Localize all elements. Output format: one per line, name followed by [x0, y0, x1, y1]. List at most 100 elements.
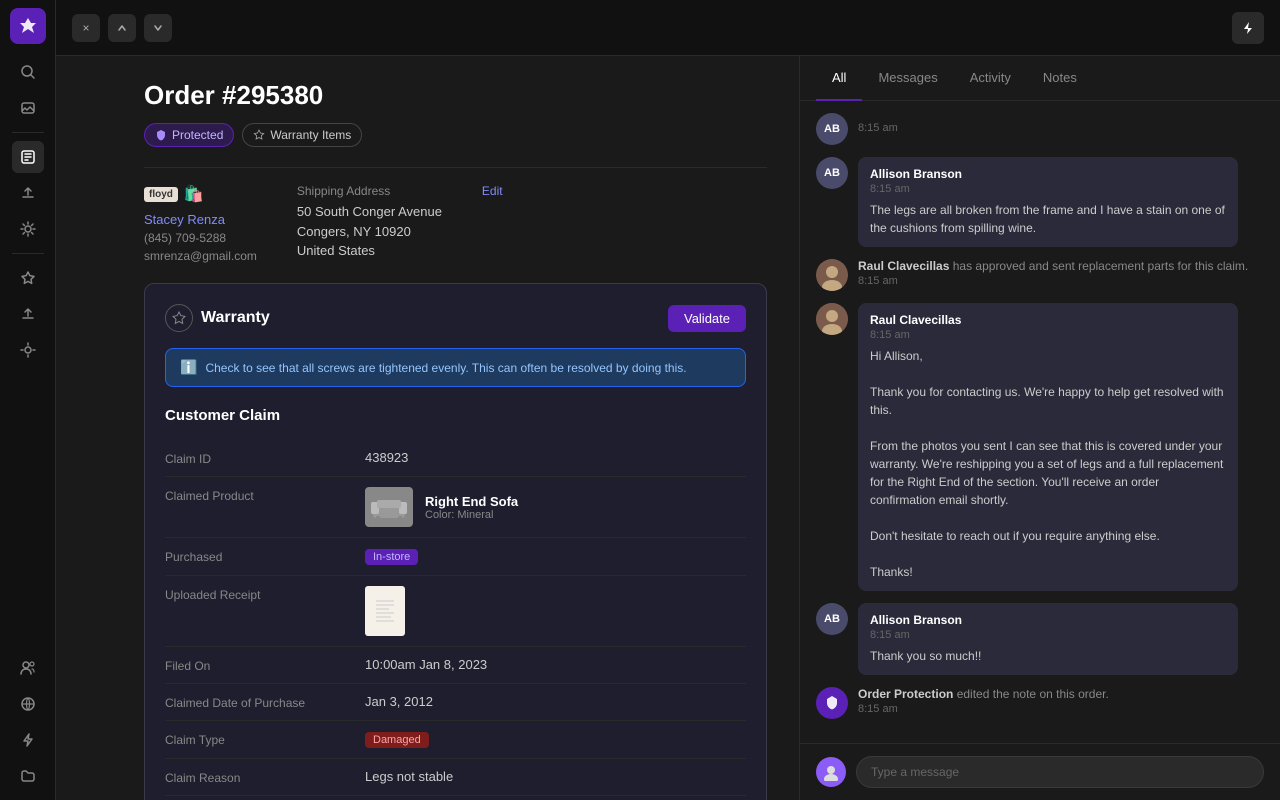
up-button[interactable]	[108, 14, 136, 42]
sofa-icon	[369, 491, 409, 523]
sidebar	[0, 0, 56, 800]
tab-notes[interactable]: Notes	[1027, 56, 1093, 101]
sidebar-item-settings2[interactable]	[12, 334, 44, 366]
claimed-product-row: Claimed Product	[165, 477, 746, 538]
sidebar-item-upload2[interactable]	[12, 298, 44, 330]
warranty-title-row: Warranty	[165, 304, 270, 332]
order-protection-content: Order Protection edited the note on this…	[858, 687, 1109, 715]
warranty-title: Warranty	[201, 309, 270, 327]
claimed-date-value: Jan 3, 2012	[365, 694, 746, 709]
store-logo: floyd	[144, 187, 178, 202]
sidebar-item-orders[interactable]	[12, 141, 44, 173]
sidebar-item-star[interactable]	[12, 262, 44, 294]
sidebar-item-flash[interactable]	[12, 724, 44, 756]
claim-type-value: Damaged	[365, 731, 746, 748]
allison-2-text: Thank you so much!!	[870, 647, 1226, 665]
messages-list: AB 8:15 am AB Allison Branson 8:15 am Th…	[800, 101, 1280, 743]
warranty-card: Warranty Validate ℹ️ Check to see that a…	[144, 283, 767, 800]
message-row: AB 8:15 am	[816, 113, 1264, 145]
claimed-date-row: Claimed Date of Purchase Jan 3, 2012	[165, 684, 746, 721]
info-text: Check to see that all screws are tighten…	[205, 361, 686, 375]
claim-table: Claim ID 438923 Claimed Product	[165, 440, 746, 796]
store-customer-col: floyd 🛍️ Stacey Renza (845) 709-5288 smr…	[144, 184, 257, 263]
order-protection-avatar	[816, 687, 848, 719]
user-avatar-small	[816, 757, 846, 787]
purchased-label: Purchased	[165, 548, 365, 564]
sidebar-item-upload[interactable]	[12, 177, 44, 209]
star-icon	[253, 129, 265, 141]
sidebar-item-image[interactable]	[12, 92, 44, 124]
damaged-badge: Damaged	[365, 732, 429, 748]
claim-id-label: Claim ID	[165, 450, 365, 466]
msg-text: The legs are all broken from the frame a…	[870, 201, 1226, 237]
edit-shipping-button[interactable]: Edit	[482, 184, 503, 198]
close-button[interactable]: ×	[72, 14, 100, 42]
message-row-allison-1: AB Allison Branson 8:15 am The legs are …	[816, 157, 1264, 247]
message-input-area	[800, 743, 1280, 800]
system-action: has approved and sent replacement parts …	[953, 259, 1249, 273]
tab-all[interactable]: All	[816, 56, 862, 101]
order-meta: floyd 🛍️ Stacey Renza (845) 709-5288 smr…	[144, 184, 767, 263]
sidebar-divider-2	[12, 253, 44, 254]
sidebar-item-folder[interactable]	[12, 760, 44, 792]
sidebar-item-settings[interactable]	[12, 213, 44, 245]
shipping-header: Shipping Address 50 South Conger Avenue …	[297, 184, 503, 261]
avatar-raul-system	[816, 259, 848, 291]
right-panel: All Messages Activity Notes AB 8:15 am A…	[800, 56, 1280, 800]
order-protection-icon	[823, 694, 841, 712]
topbar: ×	[56, 0, 1280, 56]
msg-sender: Allison Branson	[870, 167, 1226, 181]
product-color: Color: Mineral	[425, 509, 518, 521]
claim-id-value: 438923	[365, 450, 746, 465]
receipt-thumbnail[interactable]	[365, 586, 405, 636]
avatar: AB	[816, 113, 848, 145]
shield-icon	[155, 129, 167, 141]
sidebar-item-global[interactable]	[12, 688, 44, 720]
shipping-col: Shipping Address 50 South Conger Avenue …	[297, 184, 503, 263]
flash-action-button[interactable]	[1232, 12, 1264, 44]
instore-badge: In-store	[365, 549, 418, 565]
validate-button[interactable]: Validate	[668, 305, 746, 332]
system-message-raul: Raul Clavecillas has approved and sent r…	[816, 259, 1264, 291]
system-sender: Raul Clavecillas	[858, 259, 949, 273]
customer-name[interactable]: Stacey Renza	[144, 212, 257, 227]
store-icon: 🛍️	[184, 184, 204, 204]
badges-row: Protected Warranty Items	[144, 123, 767, 147]
tab-messages[interactable]: Messages	[862, 56, 953, 101]
purchased-row: Purchased In-store	[165, 538, 746, 576]
customer-phone: (845) 709-5288	[144, 231, 257, 245]
info-banner: ℹ️ Check to see that all screws are tigh…	[165, 348, 746, 387]
allison-2-time: 8:15 am	[870, 629, 1226, 641]
message-input[interactable]	[856, 756, 1264, 788]
message-row-allison-2: AB Allison Branson 8:15 am Thank you so …	[816, 603, 1264, 675]
shipping-label: Shipping Address	[297, 184, 442, 198]
msg-time: 8:15 am	[870, 183, 1226, 195]
system-text: Raul Clavecillas has approved and sent r…	[858, 259, 1248, 273]
claimed-date-label: Claimed Date of Purchase	[165, 694, 365, 710]
main-container: Order #295380 Protected Warranty Items f…	[112, 56, 1280, 800]
order-title: Order #295380	[144, 80, 767, 111]
op-text: Order Protection edited the note on this…	[858, 687, 1109, 701]
claim-reason-label: Claim Reason	[165, 769, 365, 785]
uploaded-receipt-value	[365, 586, 746, 636]
message-bubble-raul: Raul Clavecillas 8:15 am Hi Allison, Tha…	[858, 303, 1238, 591]
claim-type-row: Claim Type Damaged	[165, 721, 746, 759]
claimed-product-label: Claimed Product	[165, 487, 365, 503]
sidebar-item-search[interactable]	[12, 56, 44, 88]
app-logo	[10, 8, 46, 44]
warranty-header: Warranty Validate	[165, 304, 746, 332]
op-sender: Order Protection	[858, 687, 953, 701]
op-time: 8:15 am	[858, 703, 1109, 715]
claim-section-title: Customer Claim	[165, 407, 746, 424]
tab-activity[interactable]: Activity	[954, 56, 1027, 101]
filed-on-value: 10:00am Jan 8, 2023	[365, 657, 746, 672]
content-panel: Order #295380 Protected Warranty Items f…	[112, 56, 800, 800]
system-message-content: Raul Clavecillas has approved and sent r…	[858, 259, 1248, 287]
product-thumbnail	[365, 487, 413, 527]
raul-msg-time: 8:15 am	[870, 329, 1226, 341]
sidebar-item-users[interactable]	[12, 652, 44, 684]
op-action: edited the note on this order.	[957, 687, 1109, 701]
shipping-address-line2: Congers, NY 10920	[297, 222, 442, 242]
down-button[interactable]	[144, 14, 172, 42]
warranty-star-icon	[165, 304, 193, 332]
